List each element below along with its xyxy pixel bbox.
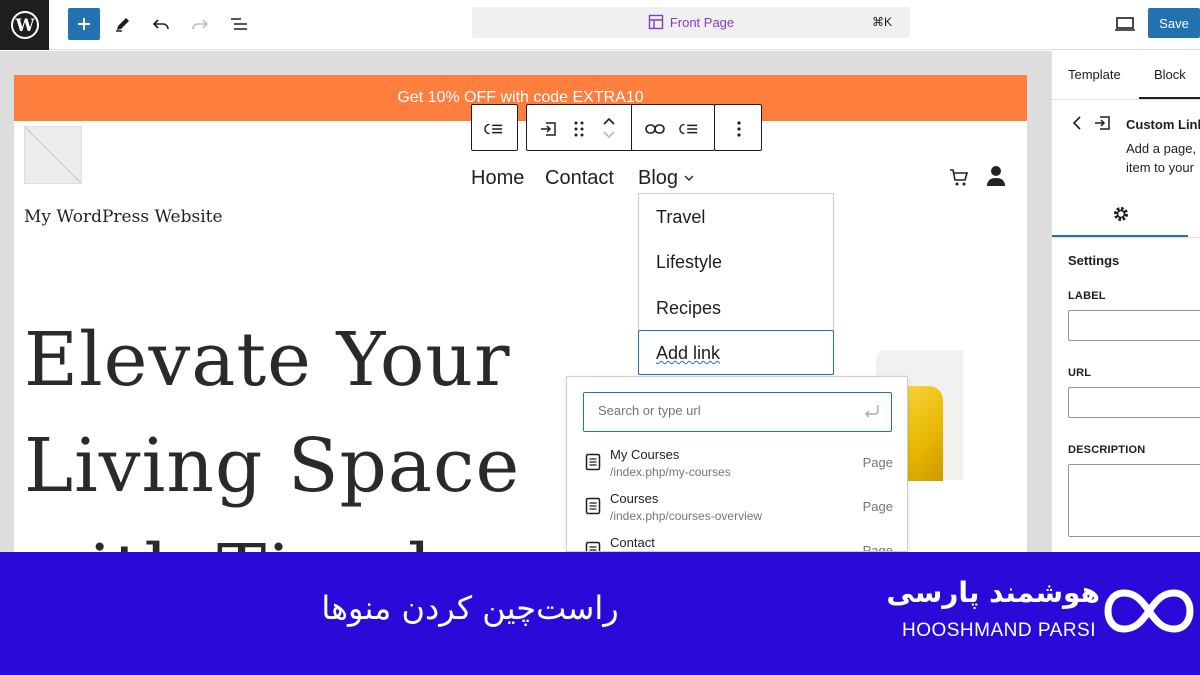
- hero-line: Elevate Your: [24, 317, 511, 403]
- block-description-line: item to your: [1126, 160, 1194, 175]
- page-icon: [585, 541, 601, 551]
- add-link-item[interactable]: Add link: [638, 330, 834, 375]
- hero-heading[interactable]: Elevate Your Living Space with Timeless: [24, 307, 555, 552]
- submenu-item-travel[interactable]: Travel: [656, 207, 705, 228]
- command-palette-bar[interactable]: Front Page ⌘K: [472, 7, 910, 38]
- settings-divider: [1052, 237, 1200, 238]
- label-input[interactable]: [1068, 310, 1200, 341]
- link-result-title: Contact: [610, 535, 655, 550]
- command-title-text: Front Page: [669, 15, 735, 30]
- command-title: Front Page: [472, 14, 910, 33]
- tab-divider: [1052, 99, 1200, 100]
- nav-item-home[interactable]: Home: [471, 167, 524, 190]
- link-result-type: Page: [862, 543, 893, 552]
- block-description-line: Add a page,: [1126, 141, 1197, 156]
- link-search-input[interactable]: [598, 403, 848, 418]
- hero-line: with Timeless: [24, 519, 555, 552]
- svg-text:W: W: [14, 16, 35, 36]
- brand-name-persian: هوشمند پارسی: [886, 576, 1100, 609]
- command-shortcut: ⌘K: [871, 15, 892, 29]
- nav-item-blog-label: Blog: [638, 167, 679, 189]
- description-textarea[interactable]: [1068, 464, 1200, 537]
- select-parent-navigation-icon[interactable]: [484, 119, 504, 139]
- page-icon: [585, 497, 601, 520]
- toolbar-group-block: [526, 104, 633, 151]
- move-up-down-icon[interactable]: [599, 111, 619, 145]
- tab-block[interactable]: Block: [1154, 67, 1186, 82]
- link-search-field: [583, 392, 892, 432]
- url-field-label: URL: [1068, 367, 1092, 379]
- hero-line: Living Space: [24, 423, 521, 509]
- cart-icon[interactable]: [949, 167, 969, 193]
- custom-link-block-icon[interactable]: [539, 119, 559, 139]
- add-block-button[interactable]: [68, 8, 100, 40]
- more-options-icon[interactable]: [729, 119, 749, 139]
- settings-sidebar: Template Block Custom Link Add a page, i…: [1051, 51, 1200, 552]
- infinity-logo-icon: [1104, 588, 1194, 639]
- undo-icon[interactable]: [145, 8, 177, 40]
- link-result-url: /index.php/courses-overview: [610, 509, 763, 523]
- link-result-row[interactable]: Courses /index.php/courses-overview Page: [583, 491, 893, 535]
- link-search-popover: My Courses /index.php/my-courses Page Co…: [566, 376, 908, 552]
- toolbar-group-link: [631, 104, 715, 151]
- settings-heading: Settings: [1068, 253, 1120, 268]
- link-result-type: Page: [862, 455, 893, 470]
- description-field-label: DESCRIPTION: [1068, 444, 1146, 456]
- link-result-title: Courses: [610, 491, 659, 506]
- submenu-item-lifestyle[interactable]: Lifestyle: [656, 252, 722, 273]
- url-input[interactable]: [1068, 387, 1200, 418]
- tab-template[interactable]: Template: [1068, 67, 1121, 82]
- chevron-down-icon: [684, 175, 694, 181]
- edit-tool-pencil-icon[interactable]: [107, 8, 139, 40]
- settings-gear-icon[interactable]: [1112, 205, 1130, 228]
- link-result-row[interactable]: My Courses /index.php/my-courses Page: [583, 447, 893, 491]
- site-title[interactable]: My WordPress Website: [24, 207, 223, 227]
- document-overview-icon[interactable]: [223, 8, 255, 40]
- promo-banner[interactable]: Get 10% OFF with code EXTRA10: [14, 75, 1027, 121]
- submenu-item-recipes[interactable]: Recipes: [656, 298, 721, 319]
- brand-name-english: HOOSHMAND PARSI: [901, 620, 1096, 641]
- add-link-label: Add link: [656, 343, 721, 363]
- add-submenu-icon[interactable]: [679, 119, 699, 139]
- nav-item-contact[interactable]: Contact: [545, 167, 614, 190]
- brand-banner: راست‌چین کردن منوها هوشمند پارسی HOOSHMA…: [0, 552, 1200, 675]
- editor-top-bar: W Front Page ⌘K Save: [0, 0, 1200, 50]
- custom-link-block-icon: [1094, 114, 1112, 137]
- drag-handle-icon[interactable]: [569, 119, 589, 139]
- toolbar-group-options: [714, 104, 762, 151]
- navigation-menu: Home Contact Blog: [14, 165, 1027, 197]
- banner-title: راست‌چین کردن منوها: [321, 589, 619, 627]
- wordpress-logo-icon[interactable]: W: [0, 0, 49, 50]
- link-result-type: Page: [862, 499, 893, 514]
- preview-desktop-icon[interactable]: [1109, 8, 1141, 40]
- redo-icon[interactable]: [184, 8, 216, 40]
- account-icon[interactable]: [986, 165, 1006, 193]
- link-icon[interactable]: [645, 119, 665, 139]
- back-chevron-icon[interactable]: [1072, 116, 1082, 135]
- submit-enter-icon[interactable]: [863, 403, 881, 424]
- page-icon: [585, 453, 601, 476]
- link-result-row[interactable]: Contact Page: [583, 535, 893, 552]
- link-result-url: /index.php/my-courses: [610, 465, 731, 479]
- toolbar-group-parent: [471, 104, 518, 151]
- save-button[interactable]: Save: [1148, 8, 1200, 38]
- link-result-title: My Courses: [610, 447, 680, 462]
- block-name: Custom Link: [1126, 117, 1200, 132]
- template-icon: [648, 14, 664, 33]
- nav-item-blog[interactable]: Blog: [638, 167, 694, 190]
- label-field-label: LABEL: [1068, 290, 1106, 302]
